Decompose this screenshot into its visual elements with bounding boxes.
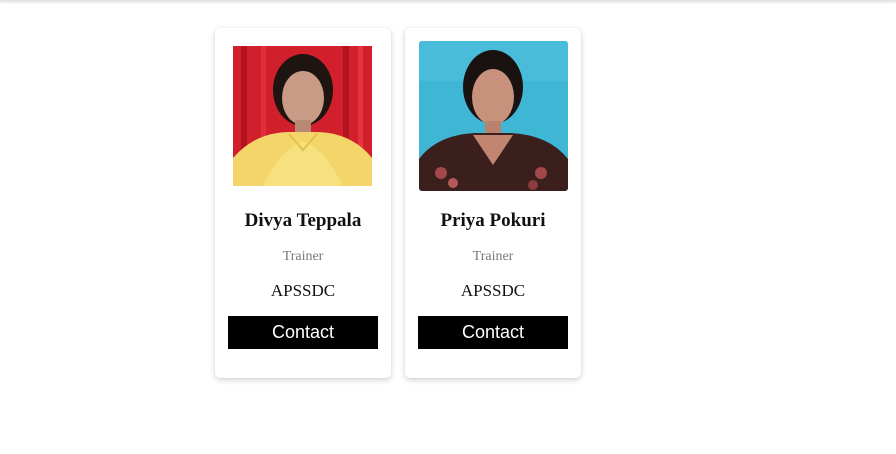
profile-organization: APSSDC [460,281,526,300]
profile-role: Trainer [282,249,324,264]
contact-button[interactable]: Contact [228,316,378,349]
profile-photo [419,41,568,191]
profile-photo-image [233,46,372,186]
profile-role: Trainer [472,249,514,264]
profile-name: Priya Pokuri [440,210,546,231]
top-divider [0,0,896,2]
profile-card: Priya Pokuri Trainer APSSDC Contact [405,28,581,378]
contact-button[interactable]: Contact [418,316,568,349]
profile-photo-image [419,41,568,191]
profile-organization: APSSDC [270,281,336,300]
profile-card: Divya Teppala Trainer APSSDC Contact [215,28,391,378]
profile-name: Divya Teppala [244,210,362,231]
profile-photo [233,46,372,186]
